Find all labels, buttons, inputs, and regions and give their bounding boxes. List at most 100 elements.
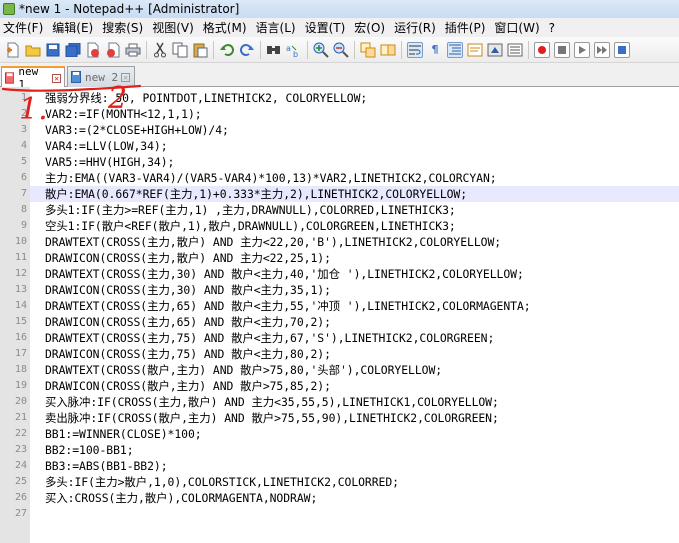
paste-icon[interactable]: [192, 42, 208, 58]
code-line[interactable]: 23 BB2:=100-BB1;: [0, 442, 679, 458]
menu-language[interactable]: 语言(L): [253, 19, 302, 36]
code-line[interactable]: 4 VAR4:=LLV(LOW,34);: [0, 138, 679, 154]
code-line[interactable]: 8 多头1:IF(主力>=REF(主力,1) ,主力,DRAWNULL),COLO…: [0, 202, 679, 218]
code-line[interactable]: 12 DRAWTEXT(CROSS(主力,30) AND 散户<主力,40,'加仓…: [0, 266, 679, 282]
code-line[interactable]: 5 VAR5:=HHV(HIGH,34);: [0, 154, 679, 170]
toolbar-separator: [146, 40, 147, 59]
menu-bar: 文件(F) 编辑(E) 搜索(S) 视图(V) 格式(M) 语言(L) 设置(T…: [0, 18, 679, 37]
indent-guide-icon[interactable]: [447, 41, 463, 58]
code-line[interactable]: 24 BB3:=ABS(BB1-BB2);: [0, 458, 679, 474]
code-line[interactable]: 6 主力:EMA((VAR3-VAR4)/(VAR5-VAR4)*100,13)*…: [0, 170, 679, 186]
save-all-icon[interactable]: [65, 42, 81, 58]
code-editor[interactable]: 1 强弱分界线: 50, POINTDOT,LINETHICK2, COLORYE…: [0, 87, 679, 543]
user-language-icon[interactable]: [467, 42, 483, 58]
toolbar-separator: [528, 40, 529, 59]
run-macro-multiple-icon[interactable]: [594, 41, 610, 58]
cut-icon[interactable]: [152, 42, 168, 58]
open-file-icon[interactable]: [25, 42, 41, 58]
code-line[interactable]: 25 多头:IF(主力>散户,1,0),COLORSTICK,LINETHICK2…: [0, 474, 679, 490]
close-all-icon[interactable]: [105, 42, 121, 58]
code-line[interactable]: 16 DRAWTEXT(CROSS(主力,75) AND 散户<主力,67,'S'…: [0, 330, 679, 346]
menu-plugins[interactable]: 插件(P): [442, 19, 492, 36]
zoom-out-icon[interactable]: [333, 42, 349, 58]
menu-help[interactable]: ?: [546, 21, 561, 35]
menu-file[interactable]: 文件(F): [0, 19, 49, 36]
save-icon[interactable]: [45, 42, 61, 58]
close-tab-icon[interactable]: ✕: [52, 73, 61, 83]
menu-edit[interactable]: 编辑(E): [49, 19, 99, 36]
line-number: 10: [0, 234, 30, 250]
line-text: VAR5:=HHV(HIGH,34);: [45, 155, 175, 169]
replace-icon[interactable]: ab: [286, 42, 302, 58]
line-text: 买入脉冲:IF(CROSS(主力,散户) AND 主力<35,55,5),LIN…: [45, 395, 499, 409]
menu-run[interactable]: 运行(R): [391, 19, 442, 36]
line-text: [30, 506, 45, 522]
tab-new-1[interactable]: new 1 ✕: [1, 65, 65, 91]
code-line[interactable]: 11 DRAWICON(CROSS(主力,散户) AND 主力<22,25,1);: [0, 250, 679, 266]
print-icon[interactable]: [125, 42, 141, 58]
stop-record-icon[interactable]: [554, 41, 570, 58]
code-line[interactable]: 21 卖出脉冲:IF(CROSS(散户,主力) AND 散户>75,55,90),…: [0, 410, 679, 426]
sync-vertical-icon[interactable]: [360, 42, 376, 58]
line-text: 强弱分界线: 50, POINTDOT,LINETHICK2, COLORYEL…: [45, 91, 368, 105]
new-file-icon[interactable]: [5, 42, 21, 58]
code-line[interactable]: 22 BB1:=WINNER(CLOSE)*100;: [0, 426, 679, 442]
menu-settings[interactable]: 设置(T): [302, 19, 352, 36]
code-line[interactable]: 19 DRAWICON(CROSS(散户,主力) AND 散户>75,85,2);: [0, 378, 679, 394]
code-line[interactable]: 2 VAR2:=IF(MONTH<12,1,1);: [0, 106, 679, 122]
copy-icon[interactable]: [172, 42, 188, 58]
line-text: 多头:IF(主力>散户,1,0),COLORSTICK,LINETHICK2,C…: [45, 475, 399, 489]
line-text: 买入:CROSS(主力,散户),COLORMAGENTA,NODRAW;: [45, 491, 318, 505]
function-list-icon[interactable]: [507, 42, 523, 58]
sync-horizontal-icon[interactable]: [380, 42, 396, 58]
notepadpp-app-icon: [3, 3, 15, 15]
play-macro-icon[interactable]: [574, 41, 590, 58]
code-line[interactable]: 18 DRAWTEXT(CROSS(散户,主力) AND 散户>75,80,'头部…: [0, 362, 679, 378]
code-line[interactable]: 1 强弱分界线: 50, POINTDOT,LINETHICK2, COLORYE…: [0, 90, 679, 106]
code-line[interactable]: 13 DRAWICON(CROSS(主力,30) AND 散户<主力,35,1);: [0, 282, 679, 298]
word-wrap-icon[interactable]: [407, 41, 423, 58]
close-icon[interactable]: [85, 42, 101, 58]
line-text: DRAWICON(CROSS(散户,主力) AND 散户>75,85,2);: [45, 379, 331, 393]
line-text: DRAWTEXT(CROSS(散户,主力) AND 散户>75,80,'头部')…: [45, 363, 443, 377]
code-line[interactable]: 20 买入脉冲:IF(CROSS(主力,散户) AND 主力<35,55,5),L…: [0, 394, 679, 410]
code-line[interactable]: 10 DRAWTEXT(CROSS(主力,散户) AND 主力<22,20,'B'…: [0, 234, 679, 250]
tab-new-2[interactable]: new 2 ✕: [67, 66, 135, 87]
toolbar-separator: [354, 40, 355, 59]
show-all-chars-icon[interactable]: ¶: [427, 42, 443, 58]
line-number: 18: [0, 362, 30, 378]
code-line[interactable]: 26 买入:CROSS(主力,散户),COLORMAGENTA,NODRAW;: [0, 490, 679, 506]
find-icon[interactable]: [266, 42, 282, 58]
code-line[interactable]: 7 散户:EMA(0.667*REF(主力,1)+0.333*主力,2),LINE…: [0, 186, 679, 202]
line-text: DRAWICON(CROSS(主力,65) AND 散户<主力,70,2);: [45, 315, 331, 329]
undo-icon[interactable]: [219, 42, 235, 58]
menu-format[interactable]: 格式(M): [200, 19, 253, 36]
redo-icon[interactable]: [239, 42, 255, 58]
code-line[interactable]: 27: [0, 506, 679, 522]
tab-label: new 2: [85, 70, 119, 84]
code-line[interactable]: 14 DRAWTEXT(CROSS(主力,65) AND 散户<主力,55,'冲顶…: [0, 298, 679, 314]
line-text: DRAWTEXT(CROSS(主力,65) AND 散户<主力,55,'冲顶 '…: [45, 299, 531, 313]
menu-search[interactable]: 搜索(S): [99, 19, 149, 36]
line-number: 8: [0, 202, 30, 218]
code-line[interactable]: 17 DRAWICON(CROSS(主力,75) AND 散户<主力,80,2);: [0, 346, 679, 362]
doc-map-icon[interactable]: [487, 42, 503, 58]
menu-macro[interactable]: 宏(O): [351, 19, 391, 36]
code-line[interactable]: 3 VAR3:=(2*CLOSE+HIGH+LOW)/4;: [0, 122, 679, 138]
save-macro-icon[interactable]: [614, 41, 630, 58]
window-title: *new 1 - Notepad++ [Administrator]: [19, 2, 240, 16]
line-number: 24: [0, 458, 30, 474]
line-number: 12: [0, 266, 30, 282]
tab-bar: new 1 ✕ new 2 ✕: [0, 63, 679, 91]
line-text: 主力:EMA((VAR3-VAR4)/(VAR5-VAR4)*100,13)*V…: [45, 171, 497, 185]
line-number: 13: [0, 282, 30, 298]
line-number: 3: [0, 122, 30, 138]
record-macro-icon[interactable]: [534, 41, 550, 58]
menu-window[interactable]: 窗口(W): [491, 19, 545, 36]
code-line[interactable]: 9 空头1:IF(散户<REF(散户,1),散户,DRAWNULL),COLORG…: [0, 218, 679, 234]
code-line[interactable]: 15 DRAWICON(CROSS(主力,65) AND 散户<主力,70,2);: [0, 314, 679, 330]
close-tab-icon[interactable]: ✕: [121, 72, 131, 82]
menu-view[interactable]: 视图(V): [149, 19, 200, 36]
editor-lines: 1 强弱分界线: 50, POINTDOT,LINETHICK2, COLORYE…: [0, 90, 679, 522]
zoom-in-icon[interactable]: [313, 42, 329, 58]
